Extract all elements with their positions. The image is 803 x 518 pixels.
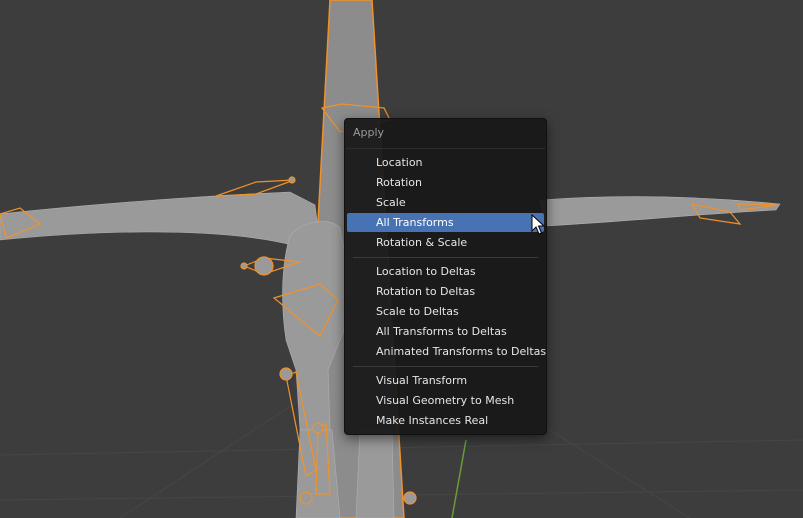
- menu-item-rotation[interactable]: Rotation: [347, 173, 544, 192]
- y-axis-line: [451, 439, 467, 518]
- menu-item-location[interactable]: Location: [347, 153, 544, 172]
- menu-title-separator: [346, 148, 545, 149]
- menu-item-location-to-deltas[interactable]: Location to Deltas: [347, 262, 544, 281]
- menu-item-rotation-to-deltas[interactable]: Rotation to Deltas: [347, 282, 544, 301]
- menu-item-all-transforms[interactable]: All Transforms: [347, 213, 544, 232]
- menu-item-scale[interactable]: Scale: [347, 193, 544, 212]
- menu-item-all-transforms-to-deltas[interactable]: All Transforms to Deltas: [347, 322, 544, 341]
- mouse-pointer-icon: [531, 214, 545, 235]
- apply-menu: Apply Location Rotation Scale All Transf…: [344, 118, 547, 435]
- menu-item-make-instances-real[interactable]: Make Instances Real: [347, 411, 544, 430]
- menu-separator: [353, 257, 538, 258]
- menu-item-visual-geometry-to-mesh[interactable]: Visual Geometry to Mesh: [347, 391, 544, 410]
- menu-item-visual-transform[interactable]: Visual Transform: [347, 371, 544, 390]
- menu-separator: [353, 366, 538, 367]
- menu-item-rotation-scale[interactable]: Rotation & Scale: [347, 233, 544, 252]
- menu-title: Apply: [353, 126, 385, 139]
- menu-item-scale-to-deltas[interactable]: Scale to Deltas: [347, 302, 544, 321]
- menu-item-animated-transforms-to-deltas[interactable]: Animated Transforms to Deltas: [347, 342, 546, 361]
